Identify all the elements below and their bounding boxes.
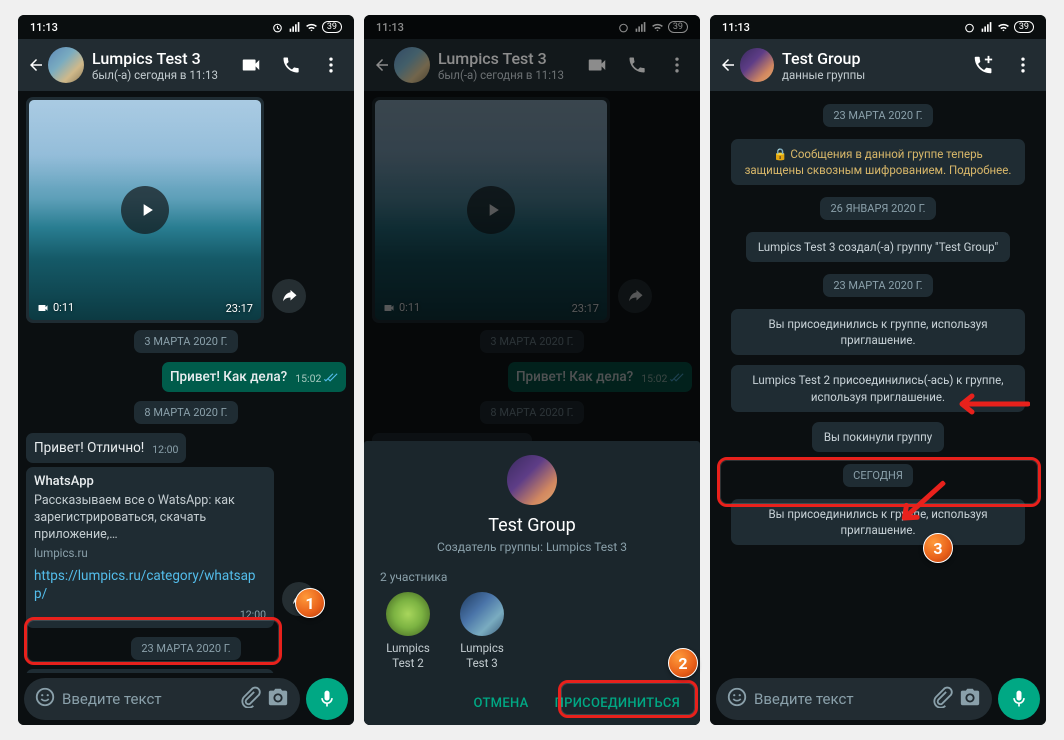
date-chip: 3 МАРТА 2020 Г. (134, 330, 237, 353)
link-preview-message[interactable]: WhatsApp Рассказываем все о WatsApp: как… (26, 467, 274, 627)
group-avatar (507, 455, 557, 505)
system-message-joined: Вы присоединились к группе, используя пр… (731, 499, 1025, 545)
link-preview-title: WhatsApp (34, 473, 266, 491)
chat-title-block[interactable]: Lumpics Test 3 был(-а) сегодня в 11:13 (92, 49, 232, 82)
play-icon[interactable] (121, 186, 169, 234)
mic-button[interactable] (306, 678, 348, 720)
chat-body[interactable]: 0:11 23:17 3 МАРТА 2020 Г. Привет! Как д… (18, 91, 354, 673)
wifi-icon (305, 21, 318, 34)
video-message[interactable]: 0:11 23:17 (26, 97, 264, 323)
date-chip: 8 МАРТА 2020 Г. (134, 401, 237, 424)
more-button[interactable] (312, 45, 350, 85)
participant[interactable]: Lumpics Test 2 (380, 592, 436, 670)
system-message: Lumpics Test 3 создал(-а) группу "Test G… (746, 232, 1010, 262)
chat-header: Lumpics Test 3 был(-а) сегодня в 11:13 (18, 39, 354, 91)
emoji-icon[interactable] (32, 686, 58, 712)
attach-icon[interactable] (236, 686, 264, 712)
input-placeholder: Введите текст (750, 690, 928, 708)
chat-header: Test Group данные группы (710, 39, 1046, 91)
lock-icon: 🔒 (773, 147, 790, 161)
video-call-button[interactable] (232, 45, 270, 85)
voice-call-button[interactable] (272, 45, 310, 85)
message-input[interactable]: Введите текст (24, 678, 300, 720)
mic-button[interactable] (998, 678, 1040, 720)
in-message[interactable]: Привет! Отлично!12:00 (26, 433, 186, 463)
video-time: 23:17 (226, 302, 253, 315)
status-bar: 11:13 39 (18, 15, 354, 39)
participant-avatar (386, 592, 430, 636)
signal-icon (288, 21, 301, 34)
video-duration: 0:11 (37, 301, 74, 314)
group-avatar[interactable] (740, 48, 774, 82)
date-chip: 23 МАРТА 2020 Г. (823, 274, 932, 297)
forward-icon[interactable] (272, 279, 306, 313)
status-time: 11:13 (30, 21, 58, 34)
phone-2-join-dialog: 11:13 39 Lumpics Test 3 был(-а) сегодня … (364, 15, 700, 725)
link-preview-desc: Рассказываем все о WatsApp: как зарегист… (34, 493, 266, 544)
participant[interactable]: Lumpics Test 3 (454, 592, 510, 670)
status-icons: 39 (271, 21, 342, 34)
phone-3-group-chat: 11:13 39 Test Group данные группы 23 МАР… (710, 15, 1046, 725)
add-call-button[interactable] (964, 45, 1002, 85)
more-button[interactable] (1004, 45, 1042, 85)
chat-title: Lumpics Test 3 (92, 49, 232, 68)
attach-icon[interactable] (928, 686, 956, 712)
callout-3: 3 (923, 533, 953, 563)
sheet-title: Test Group (380, 515, 684, 536)
status-bar: 11:13 39 (710, 15, 1046, 39)
link-preview-domain: lumpics.ru (34, 546, 266, 562)
read-ticks-icon (324, 372, 338, 385)
date-chip: 23 МАРТА 2020 Г. (823, 104, 932, 127)
date-chip: 23 МАРТА 2020 Г. (131, 637, 240, 660)
video-thumbnail[interactable]: 0:11 23:17 (29, 100, 261, 320)
back-button[interactable] (718, 56, 738, 74)
system-message: Вы присоединились к группе, используя пр… (731, 309, 1025, 355)
back-button[interactable] (26, 56, 46, 74)
callout-2: 2 (668, 648, 698, 678)
camera-icon[interactable] (956, 686, 984, 712)
date-chip: СЕГОДНЯ (843, 464, 913, 487)
chat-title-block[interactable]: Test Group данные группы (782, 49, 964, 82)
sheet-subtitle: Создатель группы: Lumpics Test 3 (380, 540, 684, 554)
invite-link-message[interactable]: https://chat.whatsapp.com/CJMDNBNXXXXXXX… (26, 669, 274, 673)
chat-avatar[interactable] (48, 47, 84, 83)
chat-subtitle: был(-а) сегодня в 11:13 (92, 68, 232, 82)
input-bar: Введите текст (18, 673, 354, 725)
emoji-icon[interactable] (724, 686, 750, 712)
join-group-sheet: Test Group Создатель группы: Lumpics Tes… (364, 441, 700, 725)
participant-avatar (460, 592, 504, 636)
alarm-icon (271, 21, 284, 34)
cancel-button[interactable]: ОТМЕНА (474, 696, 529, 711)
phone-1-chat: 11:13 39 Lumpics Test 3 был(-а) сегодня … (18, 15, 354, 725)
red-arrow-icon (948, 393, 1030, 415)
link-preview-url[interactable]: https://lumpics.ru/category/whatsapp/ (34, 567, 266, 603)
system-message-left: Вы покинули группу (812, 422, 944, 452)
message-input[interactable]: Введите текст (716, 678, 992, 720)
out-message[interactable]: Привет! Как дела?15:02 (162, 362, 346, 392)
join-button[interactable]: ПРИСОЕДИНИТЬСЯ (555, 696, 680, 711)
participants-row: Lumpics Test 2 Lumpics Test 3 (380, 592, 684, 670)
battery-indicator: 39 (322, 21, 342, 33)
input-placeholder: Введите текст (58, 690, 236, 708)
input-bar: Введите текст (710, 673, 1046, 725)
participants-label: 2 участника (380, 570, 684, 584)
date-chip: 26 ЯНВАРЯ 2020 Г. (820, 197, 935, 220)
callout-1: 1 (295, 588, 325, 618)
chat-body[interactable]: 23 МАРТА 2020 Г. 🔒 Сообщения в данной гр… (710, 91, 1046, 673)
camera-icon[interactable] (264, 686, 292, 712)
encryption-notice[interactable]: 🔒 Сообщения в данной группе теперь защищ… (731, 139, 1025, 185)
